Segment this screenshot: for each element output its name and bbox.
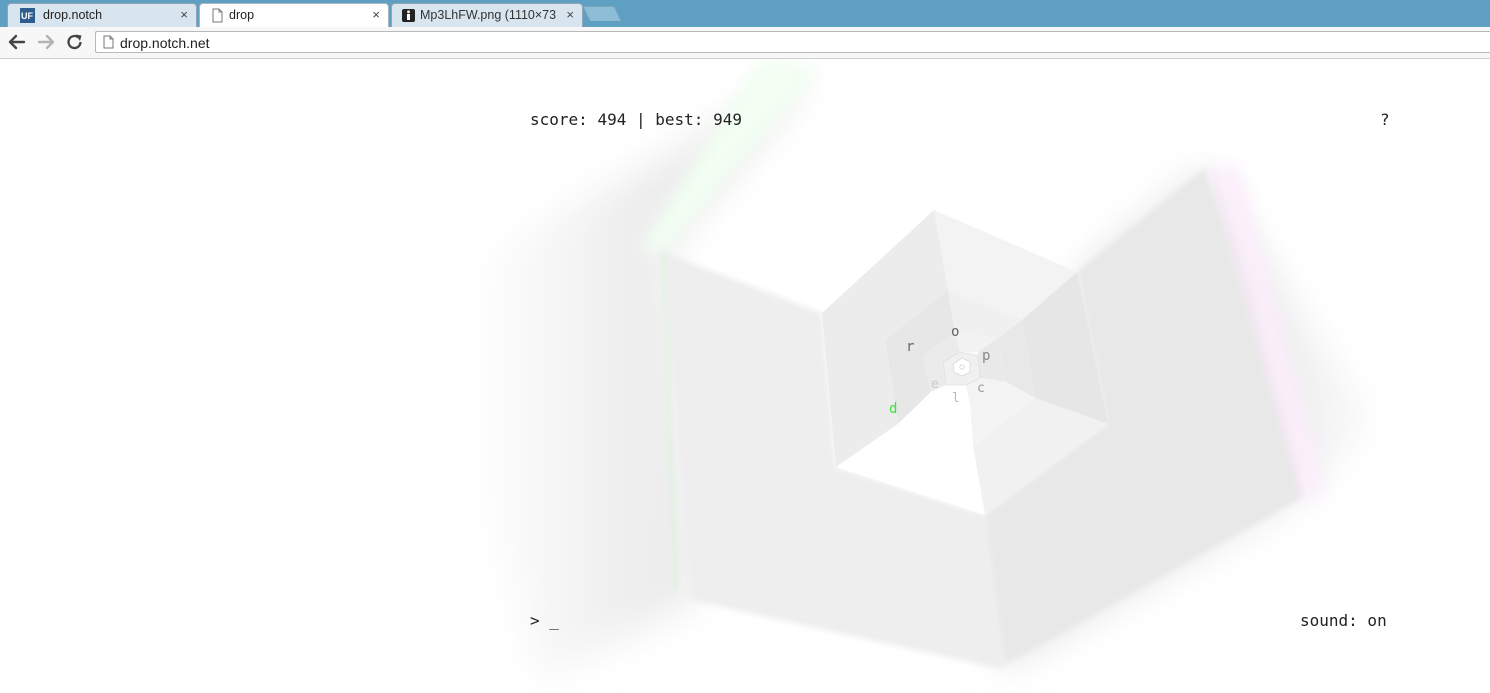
best-value: 949: [713, 110, 742, 129]
tab-image[interactable]: Mp3LhFW.png (1110×731) ×: [391, 3, 583, 27]
prompt-symbol: >: [530, 611, 540, 630]
input-prompt[interactable]: > _: [530, 611, 559, 630]
game-canvas[interactable]: d r o p c l e score: 494 | best: 949 ? >…: [0, 59, 1490, 693]
tab-drop[interactable]: drop ×: [199, 3, 389, 28]
score-value: 494: [597, 110, 627, 129]
tab-label: drop: [229, 8, 255, 22]
image-tab-icon: [402, 9, 415, 22]
tunnel-letter-o: o: [951, 324, 959, 340]
tunnel-letter-e: e: [931, 377, 939, 392]
new-tab-button[interactable]: [582, 6, 622, 21]
tab-label: drop.notch: [43, 8, 103, 22]
best-label: best:: [655, 110, 704, 129]
tunnel-letter-d: d: [889, 401, 897, 417]
sound-toggle[interactable]: sound: on: [1300, 611, 1387, 630]
tab-drop-notch[interactable]: UF drop.notch ×: [7, 3, 197, 27]
close-icon[interactable]: ×: [180, 7, 188, 22]
address-text: drop.notch.net: [120, 35, 210, 51]
tunnel-letter-c: c: [977, 381, 985, 396]
page-icon: [212, 8, 223, 23]
close-icon[interactable]: ×: [566, 7, 574, 22]
reload-icon[interactable]: [64, 32, 86, 52]
svg-text:UF: UF: [21, 11, 33, 21]
tunnel-letter-l: l: [952, 391, 960, 406]
tab-label: Mp3LhFW.png (1110×731): [420, 8, 556, 22]
uf-logo-icon: UF: [20, 8, 35, 23]
address-bar[interactable]: drop.notch.net: [95, 31, 1490, 53]
score-label: score:: [530, 110, 588, 129]
browser-toolbar: drop.notch.net: [0, 27, 1490, 59]
score-display: score: 494 | best: 949: [530, 110, 742, 129]
tab-strip: UF drop.notch × drop × Mp3LhFW.png (1110…: [0, 0, 1490, 28]
forward-arrow-icon[interactable]: [35, 32, 57, 52]
tunnel-letter-p: p: [982, 348, 990, 364]
help-button[interactable]: ?: [1380, 110, 1390, 129]
tunnel-scene: d r o p c l e: [470, 60, 1370, 680]
back-arrow-icon[interactable]: [6, 32, 28, 52]
score-separator: |: [635, 110, 646, 129]
tunnel-letter-r: r: [906, 339, 914, 355]
input-cursor: _: [549, 611, 559, 630]
page-icon: [103, 35, 114, 49]
close-icon[interactable]: ×: [372, 7, 380, 22]
